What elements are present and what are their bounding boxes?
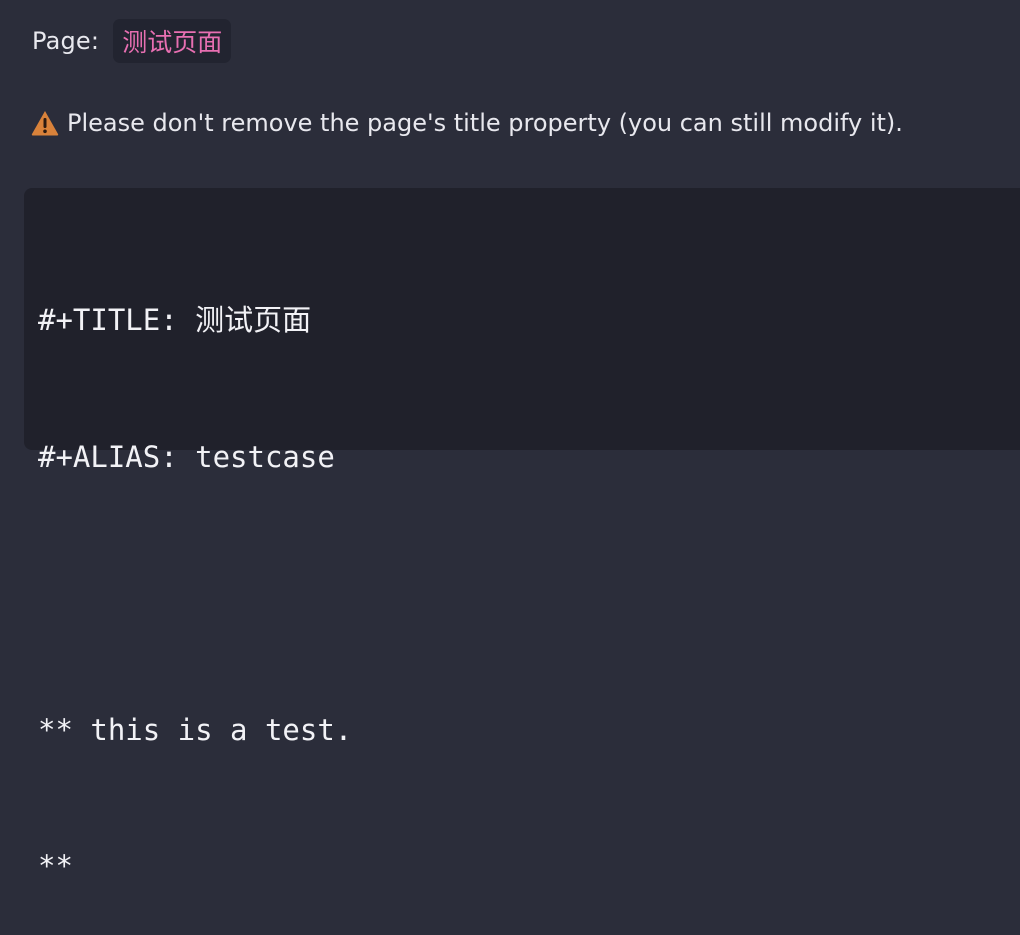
code-line-alias: #+ALIAS: testcase: [38, 439, 335, 474]
warning-triangle-icon: [30, 108, 60, 138]
page-title-link[interactable]: 测试页面: [113, 19, 232, 63]
page-label: Page:: [32, 27, 100, 55]
code-line-heading: ** this is a test.: [38, 712, 353, 747]
page-header: Page: 测试页面: [32, 19, 232, 63]
code-line-heading-empty: **: [38, 849, 73, 883]
page-source-editor[interactable]: #+TITLE: 测试页面 #+ALIAS: testcase ** this …: [24, 188, 1020, 883]
warning-message: Please don't remove the page's title pro…: [67, 109, 903, 137]
code-line-title: #+TITLE: 测试页面: [38, 303, 312, 337]
title-warning: Please don't remove the page's title pro…: [30, 104, 903, 142]
